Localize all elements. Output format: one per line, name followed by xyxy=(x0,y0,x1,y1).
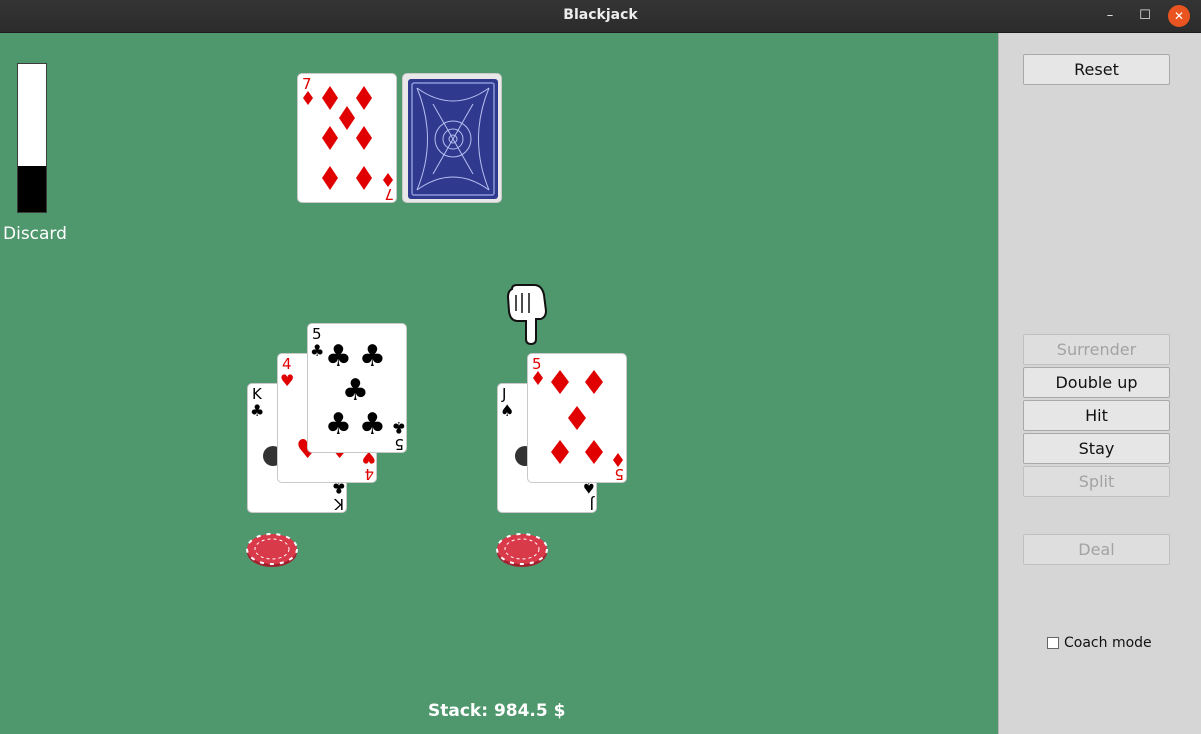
svg-text:5: 5 xyxy=(532,355,542,373)
dealer-card-facedown xyxy=(402,73,502,203)
svg-text:♣: ♣ xyxy=(342,373,369,408)
svg-text:♣: ♣ xyxy=(359,339,386,374)
svg-text:7: 7 xyxy=(384,185,394,203)
pointing-hand-icon xyxy=(506,284,548,345)
discard-meter xyxy=(17,63,47,213)
player-hand-2-card-2: 5 5 xyxy=(527,353,627,483)
discard-meter-fill xyxy=(18,166,46,212)
discard-label: Discard xyxy=(3,224,67,244)
coach-mode-label: Coach mode xyxy=(1064,635,1152,651)
svg-text:♣: ♣ xyxy=(325,339,352,374)
svg-text:♣: ♣ xyxy=(359,407,386,442)
bet-chip-hand-2 xyxy=(496,533,548,567)
svg-text:♠: ♠ xyxy=(500,401,514,420)
coach-mode-checkbox[interactable] xyxy=(1047,637,1059,649)
svg-text:♣: ♣ xyxy=(325,407,352,442)
svg-text:♣: ♣ xyxy=(392,418,406,437)
double-up-button[interactable]: Double up xyxy=(1023,367,1170,398)
svg-text:♥: ♥ xyxy=(280,371,294,390)
window-title: Blackjack xyxy=(563,7,638,23)
surrender-button[interactable]: Surrender xyxy=(1023,334,1170,365)
stack-label: Stack: 984.5 $ xyxy=(428,701,566,721)
svg-text:♣: ♣ xyxy=(310,341,324,360)
minimize-button[interactable]: – xyxy=(1099,5,1121,27)
player-hand-1-card-3: 5 ♣ ♣ ♣ ♣ ♣ ♣ 5 ♣ xyxy=(307,323,407,453)
maximize-button[interactable]: ☐ xyxy=(1134,5,1156,27)
reset-button[interactable]: Reset xyxy=(1023,54,1170,85)
deal-button[interactable]: Deal xyxy=(1023,534,1170,565)
close-button[interactable]: ✕ xyxy=(1168,5,1190,27)
control-panel: Reset Surrender Double up Hit Stay Split… xyxy=(998,33,1201,734)
bet-chip-hand-1 xyxy=(246,533,298,567)
dealer-card-1: 7 7 xyxy=(297,73,397,203)
svg-text:5: 5 xyxy=(614,465,624,483)
card-rank: 7 xyxy=(302,75,312,93)
svg-text:♣: ♣ xyxy=(250,401,264,420)
game-table: Discard 7 7 K ♣ K ♣ 4 ♥ 4 ♥ 5 ♣ ♣ ♣ ♣ ♣ … xyxy=(0,33,998,734)
hit-button[interactable]: Hit xyxy=(1023,400,1170,431)
coach-mode-toggle[interactable]: Coach mode xyxy=(1047,635,1152,651)
title-bar: Blackjack – ☐ ✕ xyxy=(0,0,1201,33)
split-button[interactable]: Split xyxy=(1023,466,1170,497)
stay-button[interactable]: Stay xyxy=(1023,433,1170,464)
